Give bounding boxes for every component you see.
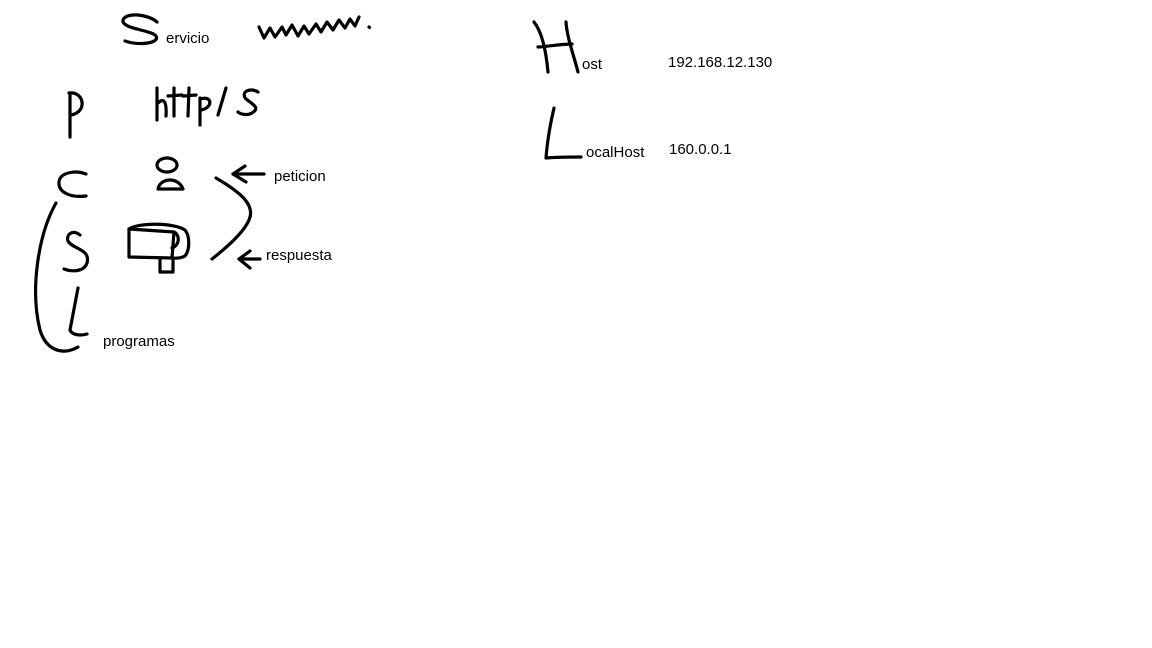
host-ip: 192.168.12.130 <box>668 54 773 71</box>
respuesta-label: respuesta <box>266 247 332 264</box>
localhost-label: ocalHost <box>586 144 645 161</box>
handwritten-letter-c <box>57 170 88 198</box>
host-label: ost <box>582 56 603 73</box>
handwritten-letter-s <box>121 13 159 46</box>
right-bracket <box>210 176 253 261</box>
handwritten-http-s <box>155 86 260 127</box>
localhost-ip: 160.0.0.1 <box>669 141 732 158</box>
handwritten-www <box>257 15 361 40</box>
arrow-left-icon <box>231 164 266 184</box>
handwriting-layer <box>34 13 583 353</box>
handwritten-letter-h <box>532 20 580 74</box>
handwritten-letter-p <box>67 91 84 139</box>
arrow-left-icon <box>237 249 262 270</box>
peticion-label: peticion <box>274 168 326 185</box>
handwritten-letter-l <box>68 286 89 337</box>
user-icon <box>155 156 185 191</box>
programas-label: programas <box>103 333 175 350</box>
server-icon <box>127 222 191 274</box>
handwritten-letter-l-large <box>544 106 583 160</box>
handwritten-letter-s-small <box>62 230 90 273</box>
handwritten-dot <box>367 25 372 30</box>
servicio-label: ervicio <box>166 30 210 47</box>
whiteboard-canvas: ervicio ost 192.168.12.130 ocalHost 160.… <box>0 0 1152 648</box>
